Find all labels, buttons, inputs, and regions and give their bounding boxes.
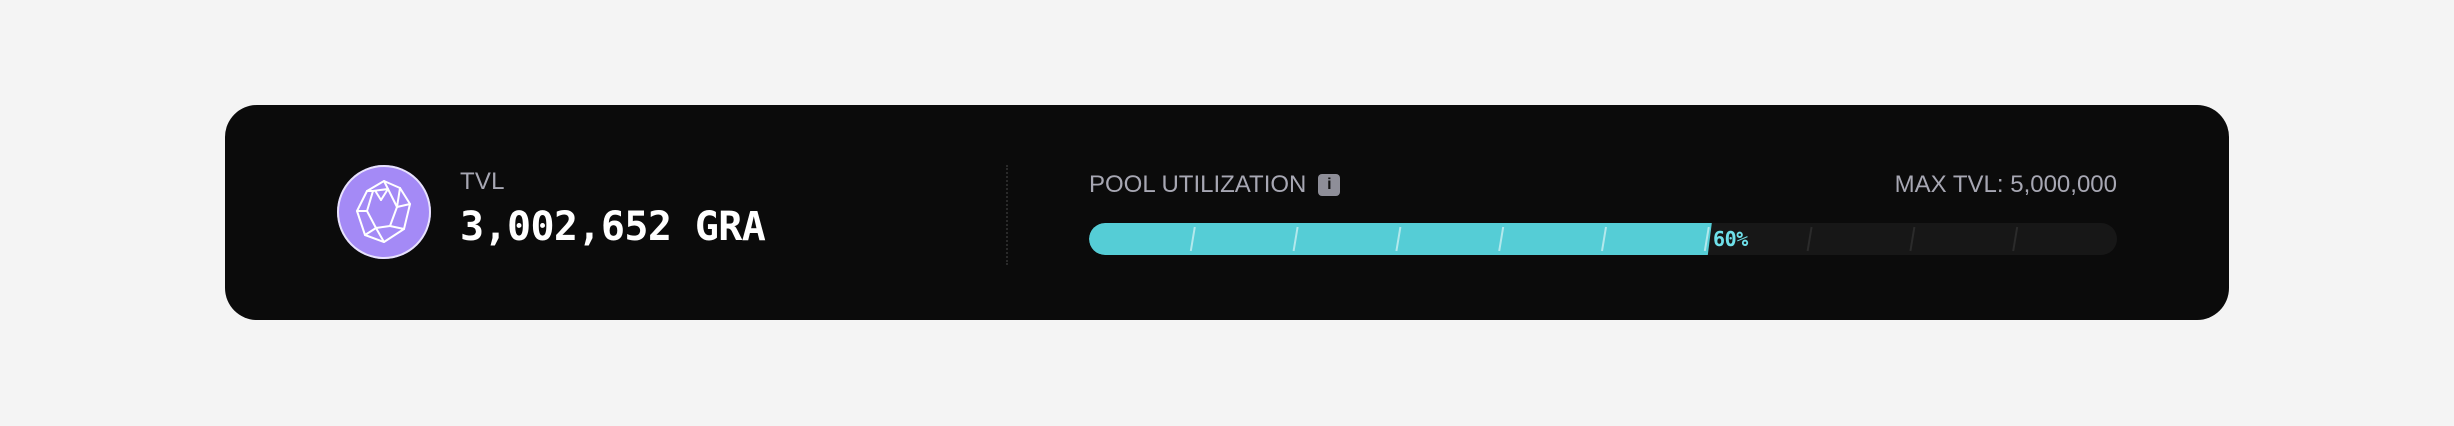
- progress-segment-divider: [2012, 226, 2019, 252]
- pool-utilization-header: POOL UTILIZATION i: [1089, 171, 1341, 198]
- tvl-value: 3,002,652 GRA: [460, 204, 766, 250]
- pool-utilization-label: POOL UTILIZATION: [1089, 171, 1307, 198]
- progress-segment-divider: [1806, 226, 1813, 252]
- info-icon[interactable]: i: [1318, 174, 1341, 196]
- pool-utilization-progress: [1089, 223, 2117, 255]
- utilization-percent: 60%: [1713, 227, 1748, 251]
- section-divider: [1006, 165, 1008, 265]
- tvl-label: TVL: [460, 168, 505, 195]
- max-tvl-label: MAX TVL: 5,000,000: [1894, 171, 2117, 198]
- progress-segment-divider: [1909, 226, 1916, 252]
- tvl-stats-card: TVL 3,002,652 GRA POOL UTILIZATION i MAX…: [225, 105, 2229, 320]
- diamond-icon: [337, 165, 431, 259]
